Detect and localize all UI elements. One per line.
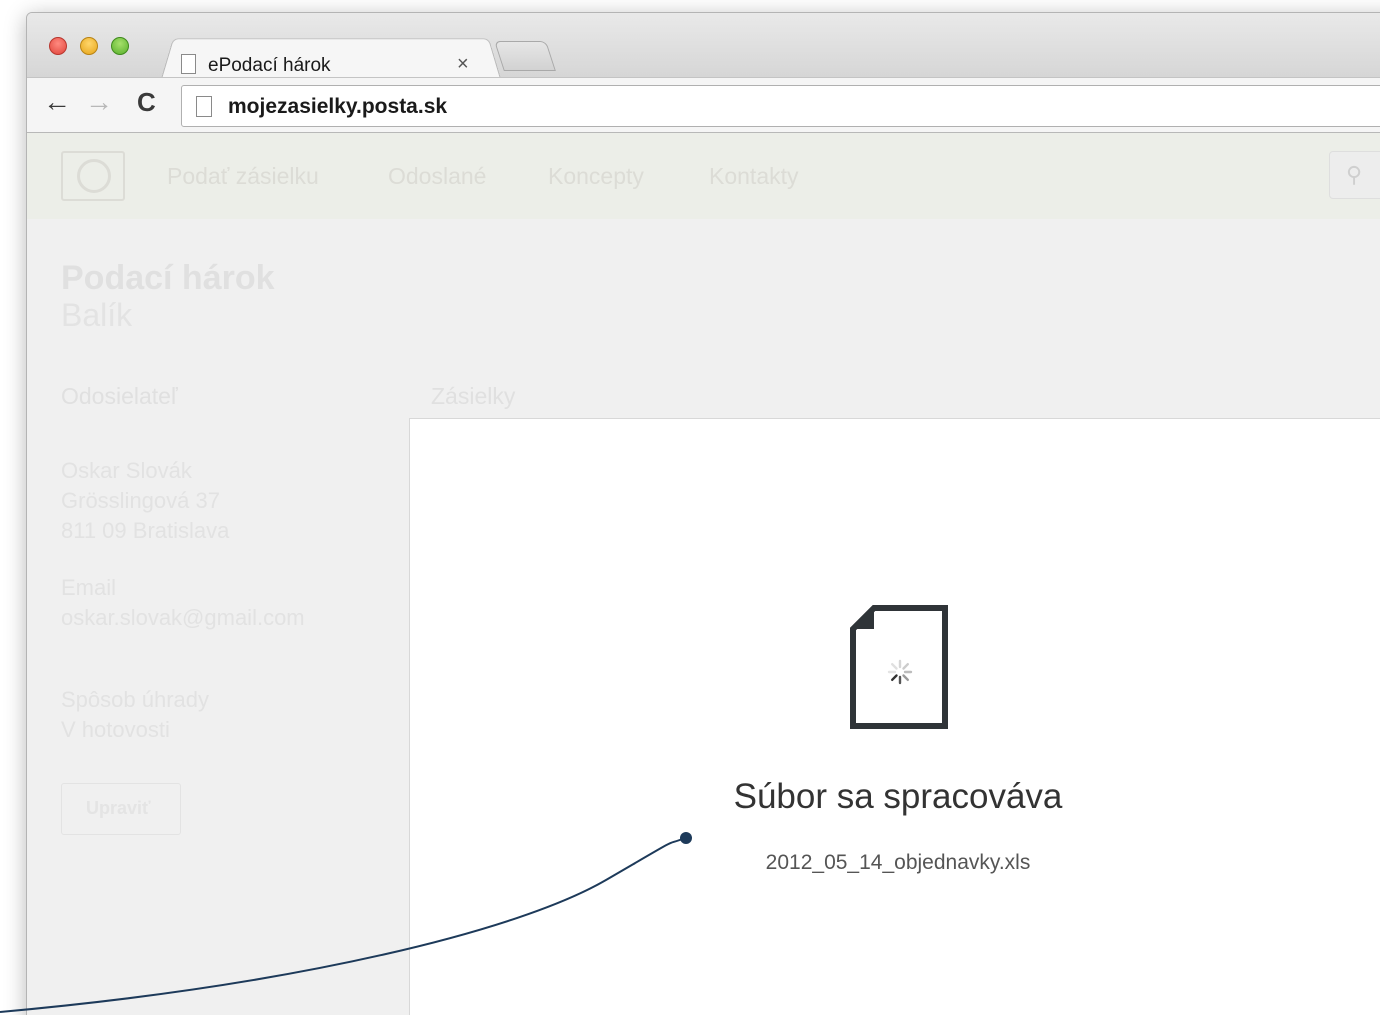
update-button[interactable]: Upraviť xyxy=(61,783,181,835)
page-subtitle: Balík xyxy=(61,297,133,333)
nav-item-podat-zasielku[interactable]: Podať zásielku xyxy=(167,163,319,190)
posta-logo[interactable] xyxy=(61,151,125,201)
processing-panel: Súbor sa spracováva 2012_05_14_objednavk… xyxy=(409,418,1380,1015)
browser-tab-content: ePodací hárok × xyxy=(177,43,507,77)
nav-item-koncepty[interactable]: Koncepty xyxy=(548,163,644,190)
processing-filename: 2012_05_14_objednavky.xls xyxy=(765,851,1031,874)
browser-window: ePodací hárok × ← → C mojezasielky.posta… xyxy=(26,12,1380,1015)
email-label: Email xyxy=(61,575,117,600)
sender-email: oskar.slovak@gmail.com xyxy=(61,605,305,630)
processing-title: Súbor sa spracováva xyxy=(733,777,1063,816)
address-url[interactable]: mojezasielky.posta.sk xyxy=(228,95,447,119)
minimize-window-button[interactable] xyxy=(80,37,98,55)
page-icon xyxy=(181,54,196,74)
forward-arrow-icon[interactable]: → xyxy=(85,87,113,117)
payment-value: V hotovosti xyxy=(61,717,170,742)
reload-icon[interactable]: C xyxy=(137,87,156,117)
address-bar[interactable]: mojezasielky.posta.sk xyxy=(181,85,1380,127)
site-content: Podať zásielku Odoslané Koncepty Kontakt… xyxy=(27,133,1380,1015)
page-title: Podací hárok xyxy=(61,259,275,297)
payment-label: Spôsob úhrady xyxy=(61,687,209,712)
tab-title: ePodací hárok xyxy=(208,55,331,76)
sender-name: Oskar Slovák xyxy=(61,458,192,483)
back-arrow-icon[interactable]: ← xyxy=(43,87,71,117)
sender-street: Grösslingová 37 xyxy=(61,488,220,513)
zoom-window-button[interactable] xyxy=(111,37,129,55)
search-icon: ⚲ xyxy=(1346,162,1363,187)
search-input[interactable]: ⚲ xyxy=(1329,151,1380,199)
close-window-button[interactable] xyxy=(49,37,67,55)
shipments-section-label: Zásielky xyxy=(431,383,516,409)
page-icon xyxy=(196,96,212,117)
update-button-label: Upraviť xyxy=(86,798,151,818)
file-processing-icon xyxy=(850,605,948,729)
browser-toolbar: ← → C mojezasielky.posta.sk xyxy=(27,77,1380,133)
nav-item-odoslane[interactable]: Odoslané xyxy=(388,163,486,190)
browser-titlebar: ePodací hárok × xyxy=(27,13,1380,79)
nav-item-kontakty[interactable]: Kontakty xyxy=(709,163,799,190)
site-header: Podať zásielku Odoslané Koncepty Kontakt… xyxy=(27,133,1380,219)
sender-city: 811 09 Bratislava xyxy=(61,518,230,543)
new-tab-button[interactable] xyxy=(494,41,556,71)
close-tab-icon[interactable]: × xyxy=(457,53,469,76)
sender-section-label: Odosielateľ xyxy=(61,383,178,409)
logo-circle xyxy=(77,159,111,193)
